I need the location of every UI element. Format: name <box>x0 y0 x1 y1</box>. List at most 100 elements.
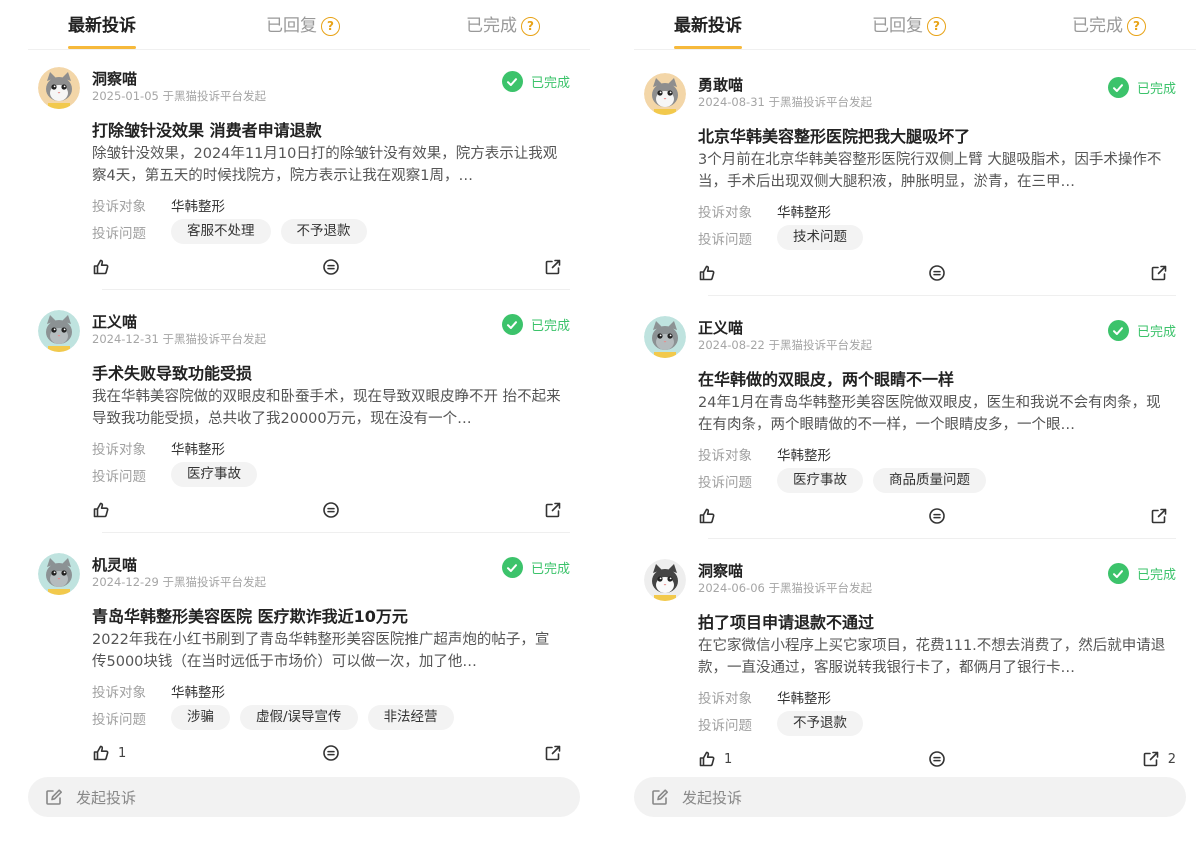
user-name: 洞察喵 <box>698 562 744 580</box>
target-value[interactable]: 华韩整形 <box>171 681 225 701</box>
tab-label: 最新投诉 <box>68 16 136 36</box>
question-circle-icon[interactable]: ? <box>927 16 946 36</box>
issue-tags: 医疗事故 商品质量问题 <box>777 468 986 493</box>
complaint-title[interactable]: 在华韩做的双眼皮，两个眼睛不一样 <box>698 366 954 390</box>
target-value[interactable]: 华韩整形 <box>777 687 831 707</box>
issue-label: 投诉问题 <box>92 226 146 242</box>
post-meta: 2024-12-31 于黑猫投诉平台发起 <box>92 332 266 346</box>
complaint-card[interactable]: 洞察喵 2025-01-05 于黑猫投诉平台发起 已完成 打除皱针没效果 消费者申请退… <box>38 67 570 290</box>
complaint-description[interactable]: 在它家微信小程序上买它家项目，花费111.不想去消费了，然后就申请退款，一直没通… <box>698 635 1168 679</box>
tab-bar: 最新投诉 已回复? 已完成? <box>28 0 590 50</box>
issue-tag[interactable]: 非法经营 <box>367 705 454 730</box>
compose-complaint-input[interactable]: 发起投诉 <box>634 777 1186 817</box>
complaint-title[interactable]: 手术失败导致功能受损 <box>92 360 252 384</box>
tab-latest[interactable]: 最新投诉 <box>674 13 742 49</box>
tab-completed[interactable]: 已完成? <box>1072 13 1146 39</box>
target-value[interactable]: 华韩整形 <box>171 438 225 458</box>
share-button[interactable]: 2 <box>1142 750 1176 768</box>
check-circle-icon <box>501 71 523 92</box>
comment-button[interactable] <box>322 258 340 276</box>
issue-tag[interactable]: 虚假/误导宣传 <box>240 705 358 730</box>
comment-button[interactable] <box>322 744 340 762</box>
share-button[interactable] <box>544 501 570 519</box>
share-button[interactable] <box>1150 264 1176 282</box>
post-meta: 2024-08-31 于黑猫投诉平台发起 <box>698 95 872 109</box>
compose-complaint-input[interactable]: 发起投诉 <box>28 777 580 817</box>
complaint-description[interactable]: 24年1月在青岛华韩整形美容医院做双眼皮，医生和我说不会有肉条，现在有肉条，两个… <box>698 392 1168 436</box>
share-button[interactable] <box>544 258 570 276</box>
issue-tag[interactable]: 不予退款 <box>777 711 863 736</box>
status-label: 已完成 <box>1136 568 1176 583</box>
comment-button[interactable] <box>322 501 340 519</box>
share-button[interactable] <box>1150 507 1176 525</box>
complaint-card[interactable]: 正义喵 2024-12-31 于黑猫投诉平台发起 已完成 手术失败导致功能受损 我在华韩… <box>38 310 570 533</box>
comment-icon <box>929 265 945 281</box>
card-divider <box>102 289 570 290</box>
share-button[interactable] <box>544 744 570 762</box>
complaint-description[interactable]: 我在华韩美容院做的双眼皮和卧蚕手术，现在导致双眼皮睁不开 抬不起来导致我功能受损… <box>92 386 562 430</box>
question-circle-icon[interactable]: ? <box>521 16 540 36</box>
question-circle-icon[interactable]: ? <box>321 16 340 36</box>
status-label: 已完成 <box>530 319 570 334</box>
user-name: 正义喵 <box>698 319 744 337</box>
status-badge: 已完成 <box>1107 563 1176 584</box>
thumbs-up-icon <box>699 751 715 767</box>
issue-label: 投诉问题 <box>698 718 752 734</box>
issue-tags: 涉骗 虚假/误导宣传 非法经营 <box>171 705 454 730</box>
share-icon <box>545 502 561 518</box>
complaint-description[interactable]: 除皱针没效果，2024年11月10日打的除皱针没有效果，院方表示让我观察4天，第… <box>92 143 562 187</box>
complaint-card[interactable]: 勇敢喵 2024-08-31 于黑猫投诉平台发起 已完成 北京华韩美容整形医院把我大腿… <box>644 73 1176 296</box>
target-value[interactable]: 华韩整形 <box>777 444 831 464</box>
target-label: 投诉对象 <box>698 691 752 707</box>
question-circle-icon[interactable]: ? <box>1127 16 1146 36</box>
complaint-title[interactable]: 青岛华韩整形美容医院 医疗欺诈我近10万元 <box>92 603 408 627</box>
post-meta: 2024-12-29 于黑猫投诉平台发起 <box>92 575 266 589</box>
like-button[interactable] <box>92 258 118 276</box>
complaint-title[interactable]: 北京华韩美容整形医院把我大腿吸坏了 <box>698 123 970 147</box>
like-button[interactable] <box>698 264 724 282</box>
comment-button[interactable] <box>928 750 946 768</box>
like-button[interactable] <box>92 501 118 519</box>
issue-tags: 技术问题 <box>777 225 863 250</box>
issue-tag[interactable]: 不予退款 <box>280 219 367 244</box>
complaint-title[interactable]: 打除皱针没效果 消费者申请退款 <box>92 117 322 141</box>
complaint-description[interactable]: 3个月前在北京华韩美容整形医院行双侧上臂 大腿吸脂术，因手术操作不当，手术后出现… <box>698 149 1168 193</box>
check-circle-icon <box>1107 77 1129 98</box>
comment-button[interactable] <box>928 264 946 282</box>
target-label: 投诉对象 <box>698 205 752 221</box>
tab-completed[interactable]: 已完成? <box>466 13 540 39</box>
compose-label: 发起投诉 <box>682 788 743 807</box>
tab-replied[interactable]: 已回复? <box>872 13 946 39</box>
avatar <box>38 67 80 109</box>
like-button[interactable]: 1 <box>92 744 126 762</box>
tab-latest[interactable]: 最新投诉 <box>68 13 136 49</box>
target-label: 投诉对象 <box>92 685 146 701</box>
status-label: 已完成 <box>530 562 570 577</box>
tab-label: 已完成 <box>466 16 517 36</box>
complaint-card[interactable]: 机灵喵 2024-12-29 于黑猫投诉平台发起 已完成 青岛华韩整形美容医院 医疗欺… <box>38 553 570 775</box>
thumbs-up-icon <box>93 502 109 518</box>
like-count: 1 <box>724 751 733 767</box>
issue-tag[interactable]: 商品质量问题 <box>873 468 986 493</box>
thumbs-up-icon <box>93 745 109 761</box>
complaint-title[interactable]: 拍了项目申请退款不通过 <box>698 609 874 633</box>
share-icon <box>1151 265 1167 281</box>
tab-label: 最新投诉 <box>674 16 742 36</box>
like-button[interactable]: 1 <box>698 750 732 768</box>
issue-tag[interactable]: 医疗事故 <box>171 462 257 487</box>
issue-tag[interactable]: 涉骗 <box>171 705 230 730</box>
target-label: 投诉对象 <box>92 199 146 215</box>
issue-tag[interactable]: 医疗事故 <box>777 468 863 493</box>
complaint-description[interactable]: 2022年我在小红书刷到了青岛华韩整形美容医院推广超声炮的帖子，宣传5000块钱… <box>92 629 562 673</box>
like-button[interactable] <box>698 507 724 525</box>
issue-tag[interactable]: 技术问题 <box>777 225 863 250</box>
complaint-card[interactable]: 洞察喵 2024-06-06 于黑猫投诉平台发起 已完成 拍了项目申请退款不通过 在它家… <box>644 559 1176 781</box>
issue-tag[interactable]: 客服不处理 <box>171 219 271 244</box>
complaint-card[interactable]: 正义喵 2024-08-22 于黑猫投诉平台发起 已完成 在华韩做的双眼皮，两个眼睛不… <box>644 316 1176 539</box>
comment-button[interactable] <box>928 507 946 525</box>
tab-replied[interactable]: 已回复? <box>266 13 340 39</box>
target-value[interactable]: 华韩整形 <box>777 201 831 221</box>
compose-label: 发起投诉 <box>76 788 137 807</box>
avatar <box>38 310 80 352</box>
target-value[interactable]: 华韩整形 <box>171 195 225 215</box>
